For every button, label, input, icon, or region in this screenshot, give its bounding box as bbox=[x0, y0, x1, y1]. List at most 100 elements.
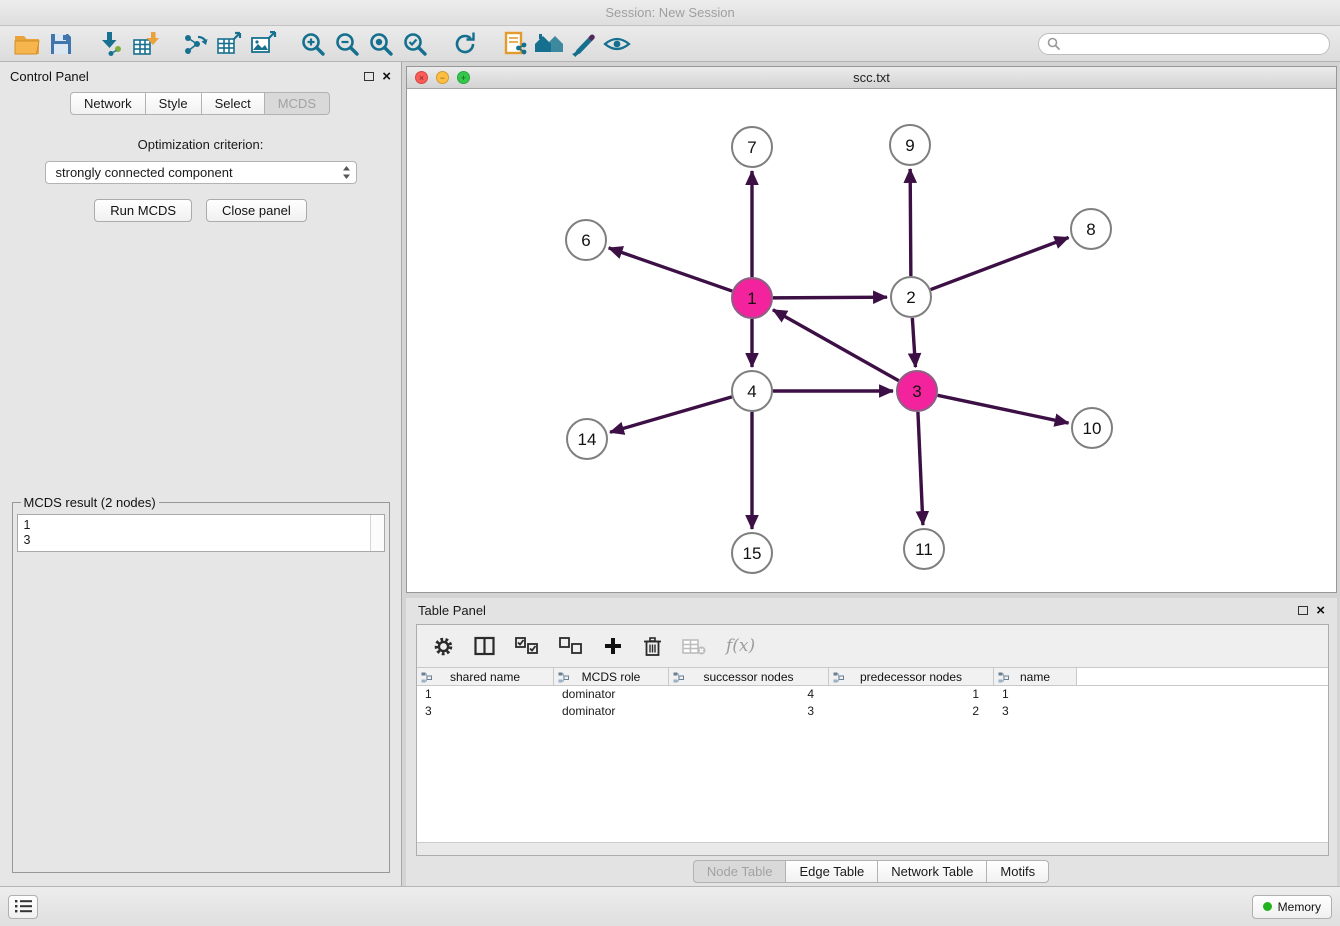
table-cell[interactable]: dominator bbox=[554, 686, 669, 703]
float-table-panel-icon[interactable] bbox=[1298, 606, 1308, 615]
column-header-name[interactable]: name bbox=[994, 668, 1077, 685]
table-tab-motifs[interactable]: Motifs bbox=[986, 860, 1049, 883]
graph-node-10[interactable]: 10 bbox=[1072, 408, 1112, 448]
optimization-criterion-label: Optimization criterion: bbox=[138, 137, 264, 152]
zoom-window-icon[interactable]: + bbox=[457, 71, 470, 84]
table-panel-header: Table Panel × bbox=[406, 598, 1337, 622]
search-input[interactable] bbox=[1065, 36, 1321, 52]
apply-style-button[interactable] bbox=[566, 28, 600, 60]
table-row[interactable]: 1dominator411 bbox=[417, 686, 1328, 703]
home-button[interactable] bbox=[532, 28, 566, 60]
tab-style[interactable]: Style bbox=[145, 92, 202, 115]
zoom-fit-button[interactable] bbox=[364, 28, 398, 60]
tab-network[interactable]: Network bbox=[70, 92, 146, 115]
function-builder-button[interactable]: f(x) bbox=[726, 636, 755, 656]
table-cell[interactable]: 4 bbox=[669, 686, 829, 703]
graph-edge-1-2[interactable] bbox=[773, 297, 887, 298]
close-table-panel-icon[interactable]: × bbox=[1316, 603, 1325, 618]
export-image-button[interactable] bbox=[246, 28, 280, 60]
table-tab-node-table[interactable]: Node Table bbox=[693, 860, 787, 883]
graph-edge-2-8[interactable] bbox=[931, 237, 1069, 289]
svg-text:3: 3 bbox=[912, 382, 921, 401]
export-table-button[interactable] bbox=[212, 28, 246, 60]
show-hide-panels-button[interactable] bbox=[600, 28, 634, 60]
deselect-all-icon bbox=[559, 637, 583, 655]
close-panel-button[interactable]: Close panel bbox=[206, 199, 307, 222]
graph-node-8[interactable]: 8 bbox=[1071, 209, 1111, 249]
column-header-shared-name[interactable]: shared name bbox=[417, 668, 554, 685]
criterion-select[interactable]: strongly connected component bbox=[45, 161, 357, 184]
tab-select[interactable]: Select bbox=[201, 92, 265, 115]
graph-edge-1-6[interactable] bbox=[609, 248, 733, 291]
select-all-button[interactable] bbox=[515, 637, 539, 655]
minimize-window-icon[interactable]: − bbox=[436, 71, 449, 84]
graph-edge-2-9[interactable] bbox=[910, 169, 911, 276]
memory-button[interactable]: Memory bbox=[1252, 895, 1332, 919]
zoom-selected-button[interactable] bbox=[398, 28, 432, 60]
graph-edge-2-3[interactable] bbox=[912, 318, 915, 367]
table-cell[interactable]: dominator bbox=[554, 703, 669, 720]
column-header-successor-nodes[interactable]: successor nodes bbox=[669, 668, 829, 685]
export-network-button[interactable] bbox=[178, 28, 212, 60]
zoom-in-button[interactable] bbox=[296, 28, 330, 60]
float-panel-icon[interactable] bbox=[364, 72, 374, 81]
table-cell[interactable]: 3 bbox=[669, 703, 829, 720]
zoom-out-icon bbox=[334, 31, 360, 57]
run-mcds-button[interactable]: Run MCDS bbox=[94, 199, 192, 222]
table-cell[interactable]: 3 bbox=[994, 703, 1077, 720]
close-window-icon[interactable]: × bbox=[415, 71, 428, 84]
save-session-button[interactable] bbox=[44, 28, 78, 60]
graph-node-3[interactable]: 3 bbox=[897, 371, 937, 411]
deselect-all-button[interactable] bbox=[559, 637, 583, 655]
graph-node-7[interactable]: 7 bbox=[732, 127, 772, 167]
column-header-predecessor-nodes[interactable]: predecessor nodes bbox=[829, 668, 994, 685]
graph-node-14[interactable]: 14 bbox=[567, 419, 607, 459]
tab-mcds[interactable]: MCDS bbox=[264, 92, 330, 115]
graph-edge-3-10[interactable] bbox=[938, 395, 1069, 423]
delete-rows-button[interactable] bbox=[643, 636, 662, 657]
network-view[interactable]: 7 9 6 8 1 2 4 3 14 10 15 11 bbox=[407, 89, 1336, 592]
table-cell[interactable]: 2 bbox=[829, 703, 994, 720]
table-cell[interactable]: 1 bbox=[994, 686, 1077, 703]
window-titlebar[interactable]: Session: New Session bbox=[0, 0, 1340, 26]
graph-node-1[interactable]: 1 bbox=[732, 278, 772, 318]
graph-edge-4-14[interactable] bbox=[610, 397, 732, 432]
show-columns-button[interactable] bbox=[474, 636, 495, 656]
table-tab-network-table[interactable]: Network Table bbox=[877, 860, 987, 883]
table-tabs: Node TableEdge TableNetwork TableMotifs bbox=[406, 856, 1337, 886]
open-session-button[interactable] bbox=[10, 28, 44, 60]
mcds-result-list[interactable]: 13 bbox=[17, 514, 385, 552]
table-cell[interactable]: 3 bbox=[417, 703, 554, 720]
table-tab-edge-table[interactable]: Edge Table bbox=[785, 860, 878, 883]
svg-text:15: 15 bbox=[743, 544, 762, 563]
svg-text:7: 7 bbox=[747, 138, 756, 157]
import-network-button[interactable] bbox=[94, 28, 128, 60]
add-row-button[interactable] bbox=[603, 636, 623, 656]
graph-edge-3-1[interactable] bbox=[773, 310, 899, 381]
table-horizontal-scrollbar[interactable] bbox=[417, 842, 1328, 855]
zoom-out-button[interactable] bbox=[330, 28, 364, 60]
graph-edge-3-11[interactable] bbox=[918, 412, 923, 525]
network-document-button[interactable] bbox=[498, 28, 532, 60]
graph-node-4[interactable]: 4 bbox=[732, 371, 772, 411]
close-panel-icon[interactable]: × bbox=[382, 69, 391, 84]
search-field[interactable] bbox=[1038, 33, 1330, 55]
graph-node-2[interactable]: 2 bbox=[891, 277, 931, 317]
network-graph[interactable]: 7 9 6 8 1 2 4 3 14 10 15 11 bbox=[407, 89, 1336, 592]
table-body[interactable]: 1dominator4113dominator323 bbox=[417, 686, 1328, 842]
graph-node-11[interactable]: 11 bbox=[904, 529, 944, 569]
import-table-button[interactable] bbox=[128, 28, 162, 60]
task-history-button[interactable] bbox=[8, 895, 38, 919]
table-settings-button[interactable] bbox=[433, 636, 454, 657]
table-cell[interactable]: 1 bbox=[417, 686, 554, 703]
column-header-MCDS-role[interactable]: MCDS role bbox=[554, 668, 669, 685]
result-scrollbar[interactable] bbox=[370, 515, 384, 551]
refresh-button[interactable] bbox=[448, 28, 482, 60]
graph-node-15[interactable]: 15 bbox=[732, 533, 772, 573]
graph-node-9[interactable]: 9 bbox=[890, 125, 930, 165]
home-icon bbox=[534, 32, 564, 56]
network-window-titlebar[interactable]: × − + scc.txt bbox=[407, 67, 1336, 89]
table-row[interactable]: 3dominator323 bbox=[417, 703, 1328, 720]
graph-node-6[interactable]: 6 bbox=[566, 220, 606, 260]
table-cell[interactable]: 1 bbox=[829, 686, 994, 703]
